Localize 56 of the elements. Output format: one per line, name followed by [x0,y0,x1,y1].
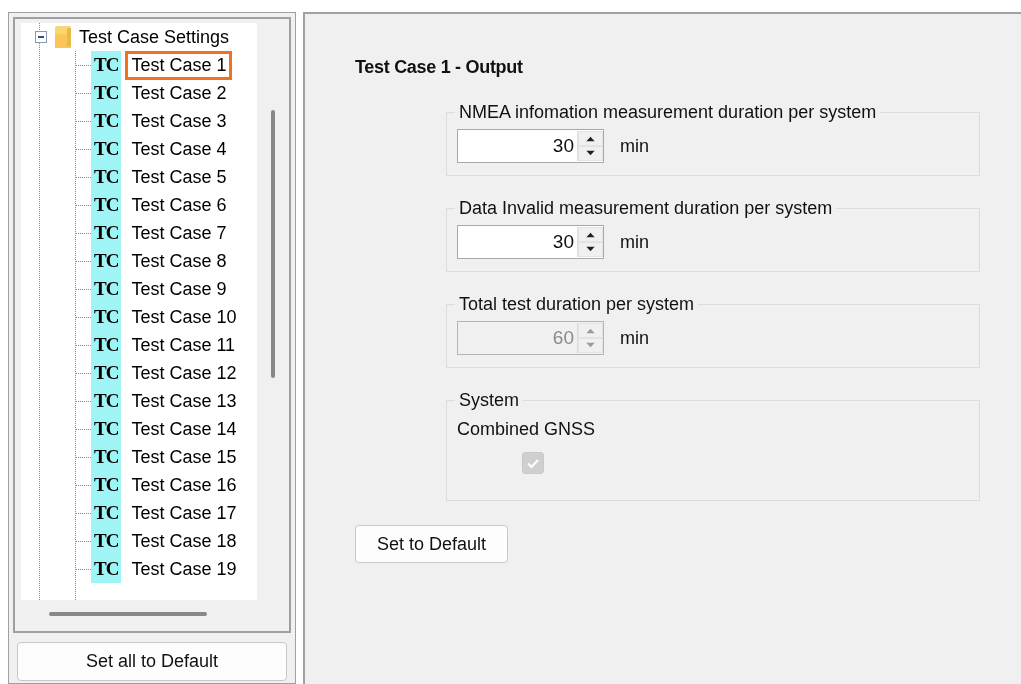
tree-item[interactable]: Test Case 13 [125,386,243,416]
tree-item[interactable]: Test Case 18 [125,526,243,556]
tree-item[interactable]: Test Case 10 [125,302,243,332]
test-case-icon: TC [91,303,122,331]
tree-item[interactable]: Test Case 19 [125,554,243,584]
tree-item[interactable]: Test Case 2 [125,78,233,108]
test-case-icon: TC [91,79,122,107]
unit-label: min [620,135,649,157]
tree-item[interactable]: Test Case 7 [125,218,233,248]
set-all-default-button[interactable]: Set all to Default [17,642,287,681]
folder-icon [53,25,73,49]
number-spinner[interactable]: 30 [457,225,604,259]
test-case-icon: TC [91,443,122,471]
tree-item[interactable]: Test Case 6 [125,190,233,220]
checkbox-label: Combined GNSS [457,419,597,440]
tree-item[interactable]: Test Case 9 [125,274,233,304]
test-case-icon: TC [91,219,122,247]
set-default-button[interactable]: Set to Default [355,525,508,563]
tree-item[interactable]: Test Case 17 [125,498,243,528]
unit-label: min [620,327,649,349]
test-case-icon: TC [91,135,122,163]
tree-item[interactable]: Test Case 8 [125,246,233,276]
tree-item[interactable]: Test Case Settings [79,26,230,48]
number-spinner[interactable]: 30 [457,129,604,163]
test-case-icon: TC [91,51,122,79]
group-title: System [458,390,520,411]
scrollbar-thumb[interactable] [49,611,207,616]
tree-item[interactable]: Test Case 14 [125,414,243,444]
tree-item[interactable]: Test Case 4 [125,134,233,164]
test-case-icon: TC [91,275,122,303]
test-case-icon: TC [91,471,122,499]
tree-item[interactable]: Test Case 5 [125,162,233,192]
group-title: Data Invalid measurement duration per system [458,198,834,219]
tree-item[interactable]: Test Case 12 [125,358,243,388]
test-case-icon: TC [91,499,122,527]
tree-item[interactable]: Test Case 15 [125,442,243,472]
test-case-icon: TC [91,107,122,135]
tree-item[interactable]: Test Case 16 [125,470,243,500]
unit-label: min [620,231,649,253]
tree-item[interactable]: Test Case 3 [125,106,233,136]
tree-item[interactable]: Test Case 1 [125,50,233,80]
tree-item[interactable]: Test Case 11 [125,330,242,360]
scrollbar-thumb[interactable] [271,110,275,378]
test-case-icon: TC [91,359,122,387]
test-case-icon: TC [91,555,122,583]
test-case-icon: TC [91,247,122,275]
test-case-icon: TC [91,387,122,415]
group-title: NMEA infomation measurement duration per system [458,102,878,123]
group-title: Total test duration per system [458,294,696,315]
test-case-icon: TC [91,163,122,191]
test-case-icon: TC [91,191,122,219]
collapse-icon[interactable] [35,31,47,43]
test-case-icon: TC [91,527,122,555]
test-case-icon: TC [91,415,122,443]
section-title: Test Case 1 - Output [355,57,524,78]
test-case-icon: TC [91,331,122,359]
